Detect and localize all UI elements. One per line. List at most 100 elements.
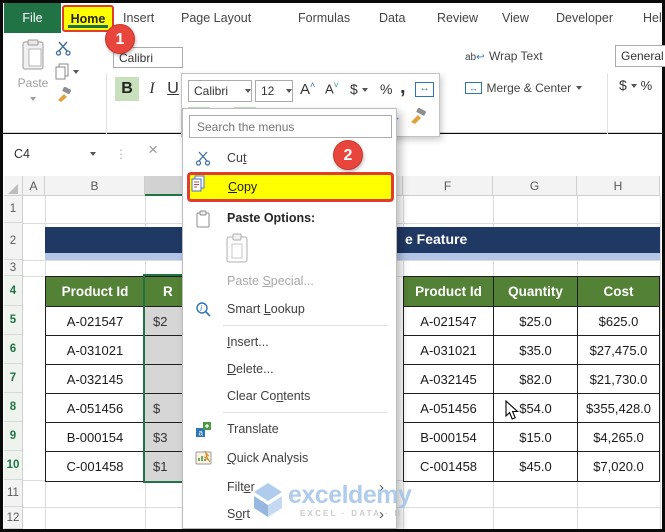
cell-h8[interactable]: $355,428.0 [578,394,659,423]
tab-review[interactable]: Review [437,3,478,33]
mini-format-painter-button[interactable] [408,107,427,130]
copy-button[interactable] [55,63,79,85]
row-header-7[interactable]: 7 [4,364,23,393]
menu-item-sort[interactable]: Sort › [185,502,394,527]
row-header-3[interactable]: 3 [4,260,23,276]
cell-b8[interactable]: A-051456 [46,394,145,423]
cell-g6[interactable]: $35.0 [494,336,578,365]
cell-h9[interactable]: $4,265.0 [578,423,659,452]
cell-b9[interactable]: B-000154 [46,423,145,452]
left-table-header-product[interactable]: Product Id [46,277,145,307]
tab-developer[interactable]: Developer [556,3,613,33]
name-box-splitter[interactable]: ⋮ [115,142,127,166]
mini-comma-button[interactable]: , [400,76,406,99]
mini-font-name-combobox[interactable]: Calibri [188,80,252,102]
row-header-4[interactable]: 4 [4,276,23,306]
tab-home[interactable]: Home [62,5,114,32]
column-header-a[interactable]: A [23,176,45,196]
paste-dropdown-caret [30,96,36,101]
mini-currency-button[interactable]: $ [350,81,368,97]
cell-b5[interactable]: A-021547 [46,307,145,336]
clipboard-icon [195,210,213,228]
percent-icon: % [640,78,653,93]
cell-g10[interactable]: $45.0 [494,452,578,481]
cell-b7[interactable]: A-032145 [46,365,145,394]
tab-file[interactable]: File [4,3,61,33]
row-header-5[interactable]: 5 [4,306,23,335]
cell-f5[interactable]: A-021547 [404,307,494,336]
cell-f8[interactable]: A-051456 [404,394,494,423]
column-header-g[interactable]: G [493,176,577,196]
menu-item-translate[interactable]: a Translate [185,417,394,442]
row-header-12[interactable]: 12 [4,507,23,529]
grow-font-button[interactable]: A˄ [300,80,315,98]
menu-item-cut[interactable]: Cut [185,146,394,171]
submenu-arrow-icon: › [379,479,384,496]
row-header-11[interactable]: 11 [4,480,23,507]
row-header-9[interactable]: 9 [4,422,23,451]
menu-item-delete[interactable]: Delete... [185,357,394,382]
tab-page-layout[interactable]: Page Layout [181,3,251,33]
cell-b10[interactable]: C-001458 [46,452,145,481]
right-table-header-quantity[interactable]: Quantity [494,277,578,307]
context-menu: Cut Copy Paste Options: Paste Special...… [182,108,397,529]
row-header-8[interactable]: 8 [4,393,23,422]
menu-item-clear-contents[interactable]: Clear Contents [185,384,394,409]
accounting-format-button[interactable]: $ % [619,77,652,93]
tab-help[interactable]: Help [643,3,662,33]
right-table-header-product[interactable]: Product Id [404,277,494,307]
name-box[interactable]: C4 [10,142,105,166]
cell-h6[interactable]: $27,475.0 [578,336,659,365]
menu-search-input[interactable] [189,115,392,138]
column-header-f[interactable]: F [403,176,493,196]
italic-button[interactable]: I [142,77,162,101]
row-header-1[interactable]: 1 [4,196,23,223]
menu-item-insert[interactable]: Insert... [185,330,394,355]
merge-center-icon: ↔ [465,81,482,94]
right-table-header-cost[interactable]: Cost [578,277,659,307]
paste-option-keep-formatting[interactable] [225,233,251,265]
cell-b6[interactable]: A-031021 [46,336,145,365]
underline-button[interactable]: U [163,77,183,101]
paste-button[interactable]: Paste [15,39,51,105]
mini-percent-button[interactable]: % [380,81,392,97]
cell-g7[interactable]: $82.0 [494,365,578,394]
cell-f10[interactable]: C-001458 [404,452,494,481]
menu-item-smart-lookup[interactable]: i Smart Lookup [185,297,394,322]
bold-button[interactable]: B [115,77,139,101]
gridline [660,196,661,529]
cell-f6[interactable]: A-031021 [404,336,494,365]
wrap-text-label: Wrap Text [488,49,543,63]
tab-view[interactable]: View [502,3,529,33]
row-header-6[interactable]: 6 [4,335,23,364]
mini-font-size-combobox[interactable]: 12 [255,80,293,102]
cell-h7[interactable]: $21,730.0 [578,365,659,394]
tab-formulas[interactable]: Formulas [298,3,350,33]
shrink-font-button[interactable]: A˅ [325,80,339,96]
menu-item-quick-analysis[interactable]: Quick Analysis [185,446,394,471]
cell-f9[interactable]: B-000154 [404,423,494,452]
cell-g9[interactable]: $15.0 [494,423,578,452]
merge-center-button[interactable]: ↔ Merge & Center [465,79,582,97]
format-painter-button[interactable] [55,86,72,108]
tab-data[interactable]: Data [379,3,405,33]
number-format-combobox[interactable]: General [615,45,665,67]
row-header-10[interactable]: 10 [4,451,23,480]
cell-f7[interactable]: A-032145 [404,365,494,394]
cell-g5[interactable]: $25.0 [494,307,578,336]
menu-item-label: Paste Options: [227,211,316,225]
mini-merge-icon[interactable]: ↔ [415,82,434,97]
menu-item-label: Quick Analysis [227,451,309,465]
cut-button[interactable] [55,41,72,61]
cell-h10[interactable]: $7,020.0 [578,452,659,481]
menu-item-copy[interactable]: Copy [187,172,394,202]
column-header-h[interactable]: H [577,176,660,196]
cancel-button[interactable]: × [148,140,158,160]
menu-item-filter[interactable]: Filter › [185,475,394,500]
wrap-text-button[interactable]: ab↩ Wrap Text [465,47,543,65]
column-header-b[interactable]: B [45,176,145,196]
right-table: Product Id Quantity Cost A-021547 $25.0 … [403,276,660,482]
select-all-corner[interactable] [4,176,23,196]
cell-h5[interactable]: $625.0 [578,307,659,336]
row-header-2[interactable]: 2 [4,223,23,260]
